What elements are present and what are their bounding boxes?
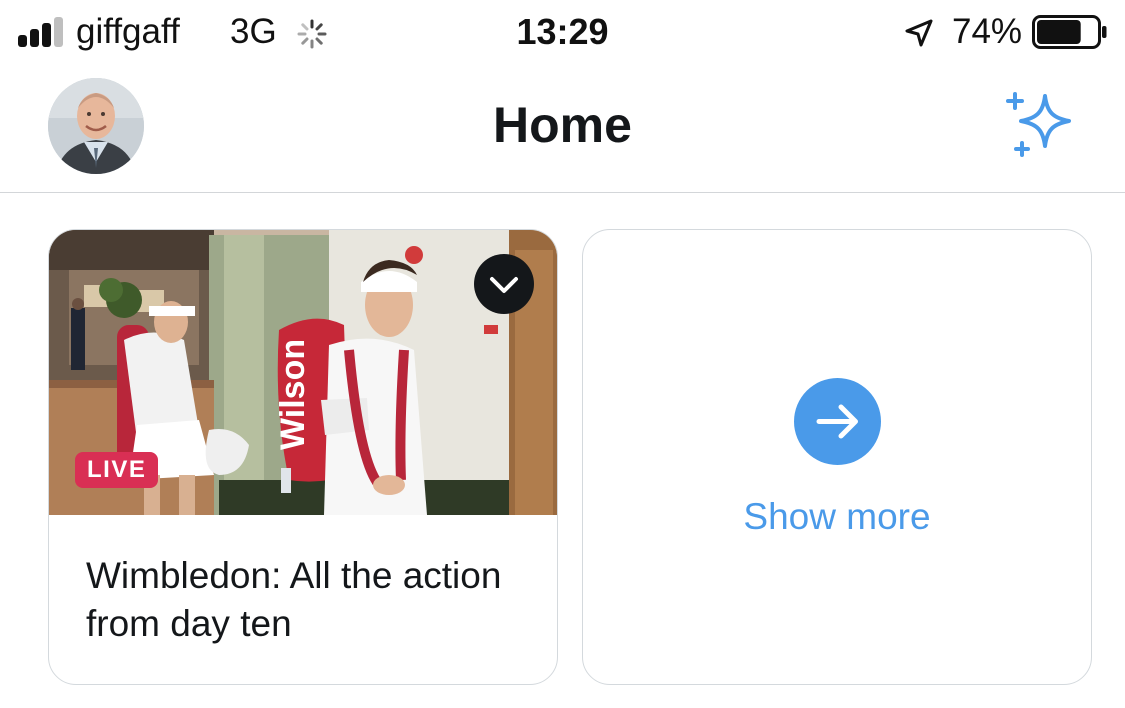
battery-fill — [1037, 20, 1081, 44]
activity-spinner-icon — [297, 19, 327, 49]
arrow-right-icon — [816, 404, 858, 439]
card-menu-button[interactable] — [474, 254, 534, 314]
battery-icon — [1032, 15, 1107, 49]
live-badge: LIVE — [75, 452, 159, 488]
avatar-photo — [48, 78, 144, 174]
signal-bars-icon — [18, 17, 68, 47]
page-title: Home — [493, 97, 632, 153]
network-type: 3G — [230, 12, 277, 51]
news-headline: Wimbledon: All the action from day ten — [86, 555, 502, 644]
nav-header: Home — [0, 66, 1125, 193]
chevron-down-icon — [490, 277, 518, 293]
status-time: 13:29 — [516, 11, 609, 52]
sparkle-icon[interactable] — [1003, 90, 1081, 162]
show-more-label[interactable]: Show more — [583, 496, 1091, 538]
profile-avatar[interactable] — [48, 78, 144, 174]
carrier-name: giffgaff — [76, 12, 180, 51]
show-more-button[interactable] — [794, 378, 881, 465]
battery-percentage: 74% — [952, 12, 1023, 51]
svg-text:Wilson: Wilson — [274, 339, 312, 450]
news-card[interactable]: Wilson LIVE Wimbledon: All the action fr… — [48, 229, 558, 685]
location-arrow-icon — [905, 19, 933, 47]
show-more-card[interactable]: Show more — [582, 229, 1092, 685]
status-bar: giffgaff 3G 13:29 74% — [0, 0, 1125, 66]
